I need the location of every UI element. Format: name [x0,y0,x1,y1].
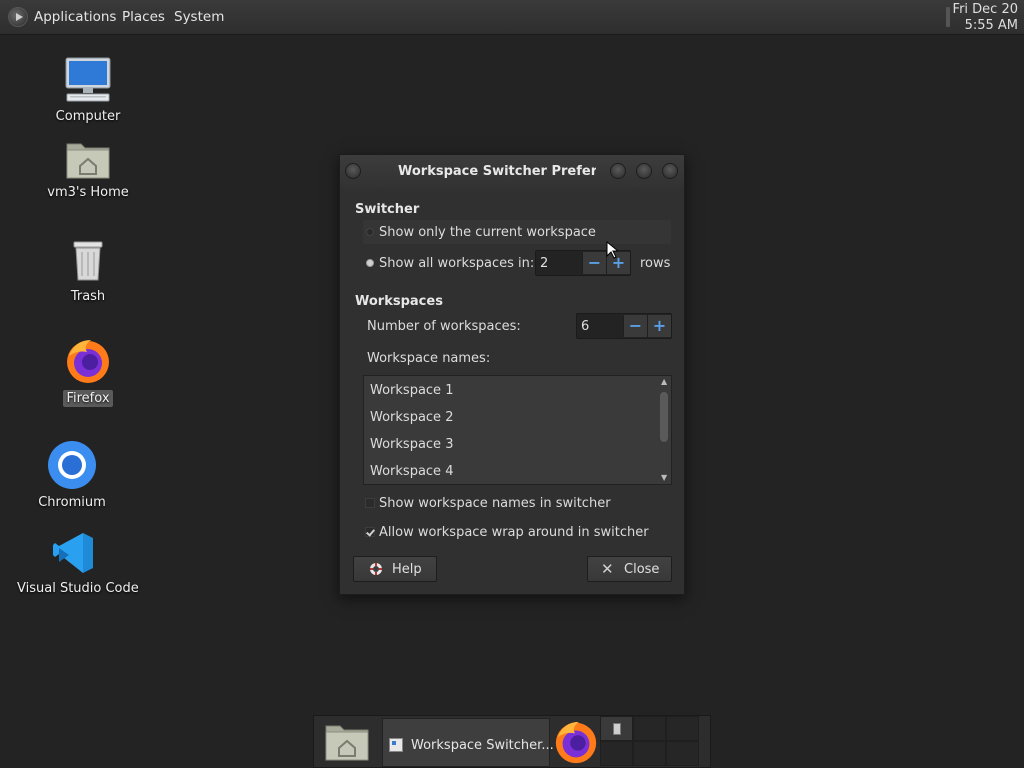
workspace-names-label: Workspace names: [367,351,491,366]
wrap-around-checkbox[interactable] [365,527,375,537]
workspace-1[interactable] [600,716,633,741]
wrap-around-label[interactable]: Allow workspace wrap around in switcher [379,525,649,540]
dialog-title: Workspace Switcher Preferences [398,164,596,179]
list-scrollbar[interactable]: ▲ ▼ [658,377,670,483]
desktop-icon-label: Trash [70,289,106,304]
workspace-5[interactable] [633,741,666,766]
firefox-icon [67,340,109,383]
system-menu[interactable]: System [174,9,224,25]
taskbar-button-label: Workspace Switcher... [411,738,554,753]
num-workspaces-spinbox[interactable]: 6 − + [576,313,672,339]
dialog-titlebar[interactable]: Workspace Switcher Preferences [340,155,684,189]
places-menu[interactable]: Places [122,9,165,25]
clock[interactable]: Fri Dec 20 5:55 AM [953,2,1018,34]
num-workspaces-value[interactable]: 6 [581,319,589,334]
close-x-icon: ✕ [601,560,614,578]
workspace-6[interactable] [666,741,699,766]
rows-value[interactable]: 2 [540,256,548,271]
trash-icon [73,241,103,281]
workspace-switcher[interactable] [600,716,710,767]
desktop-icon-chromium[interactable]: Chromium [32,440,112,511]
computer-icon [65,57,111,102]
chromium-icon [48,441,96,489]
workspace-4[interactable] [600,741,633,766]
num-workspaces-decrement-button[interactable]: − [623,315,647,337]
applications-menu[interactable]: Applications [34,9,116,25]
workspace-names-list[interactable]: Workspace 1 Workspace 2 Workspace 3 Work… [363,375,672,485]
num-workspaces-increment-button[interactable]: + [647,315,671,337]
desktop-icon-label: Chromium [38,495,106,510]
scroll-down-icon[interactable]: ▼ [661,473,667,482]
workspaces-section-title: Workspaces [355,294,443,309]
scrollbar-thumb[interactable] [660,392,668,442]
window-icon [389,738,403,752]
home-folder-icon [66,143,110,179]
show-desktop-folder-icon[interactable] [324,720,370,764]
list-item[interactable]: Workspace 2 [370,410,453,425]
desktop-icon-label: Computer [55,109,121,124]
desktop-icon-firefox[interactable]: Firefox [48,336,128,407]
rows-suffix-label: rows [640,256,671,271]
window-menu-button[interactable] [345,163,361,179]
switcher-section-title: Switcher [355,202,420,217]
desktop-icon-computer[interactable]: Computer [48,56,128,125]
list-item[interactable]: Workspace 1 [370,383,453,398]
close-window-button[interactable] [662,163,678,179]
minimize-button[interactable] [610,163,626,179]
show-all-label[interactable]: Show all workspaces in: [379,256,534,271]
close-button-label: Close [624,562,660,577]
firefox-launcher-icon[interactable] [552,718,600,766]
clock-time: 5:55 AM [964,18,1018,33]
help-lifebuoy-icon [370,563,382,575]
list-item[interactable]: Workspace 4 [370,464,453,479]
clock-date: Fri Dec 20 [952,2,1018,17]
desktop-icon-label: Firefox [63,390,113,407]
rows-decrement-button[interactable]: − [582,252,606,274]
show-names-checkbox[interactable] [365,498,375,508]
desktop-icon-home[interactable]: vm3's Home [38,138,138,201]
scroll-up-icon[interactable]: ▲ [661,377,667,386]
workspace-2[interactable] [633,716,666,741]
desktop-icon-label: vm3's Home [47,185,129,200]
show-names-label[interactable]: Show workspace names in switcher [379,496,611,511]
top-panel: Applications Places System Fri Dec 20 5:… [0,0,1024,35]
desktop-icon-vscode[interactable]: Visual Studio Code [14,530,139,597]
desktop-icon-label: Visual Studio Code [17,581,139,596]
bottom-panel: Workspace Switcher... [313,715,711,768]
close-button[interactable]: ✕ Close [587,556,672,582]
mini-window-icon [613,723,621,735]
show-current-radio[interactable] [366,228,374,236]
help-button-label: Help [392,562,422,577]
show-all-radio[interactable] [366,259,374,267]
vscode-icon [53,533,93,573]
workspace-3[interactable] [666,716,699,741]
show-current-label[interactable]: Show only the current workspace [379,225,596,240]
desktop-icon-trash[interactable]: Trash [48,238,128,305]
taskbar-button-workspace-switcher[interactable]: Workspace Switcher... [382,718,554,767]
main-menu-logo-icon[interactable] [8,7,28,27]
num-workspaces-label: Number of workspaces: [367,319,521,334]
help-button[interactable]: Help [353,556,437,582]
panel-handle [946,7,950,27]
maximize-button[interactable] [636,163,652,179]
mouse-pointer-icon [606,241,618,259]
list-item[interactable]: Workspace 3 [370,437,453,452]
